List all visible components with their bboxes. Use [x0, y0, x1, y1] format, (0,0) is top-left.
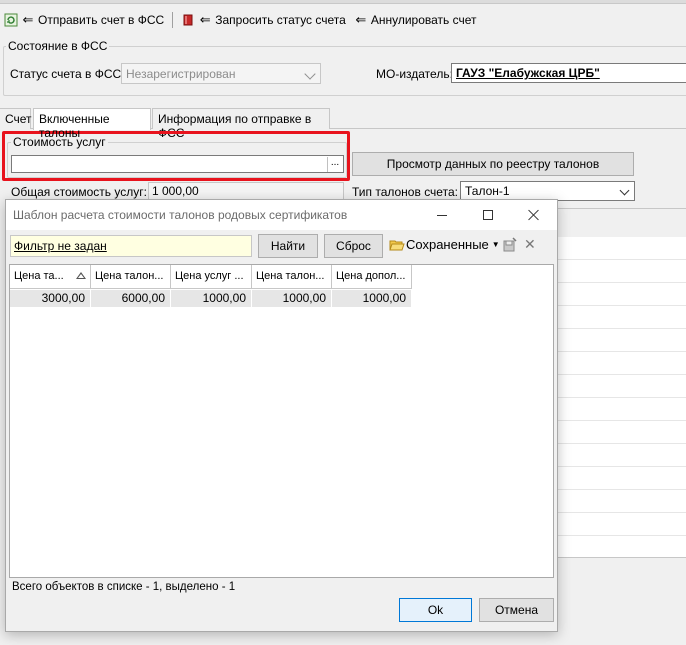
grid-line	[558, 374, 686, 375]
filter-link[interactable]: Фильтр не задан	[14, 239, 107, 253]
sort-asc-icon	[76, 272, 86, 279]
ticket-type-label: Тип талонов счета:	[352, 185, 458, 199]
reset-button[interactable]: Сброс	[324, 234, 383, 258]
grid-line	[558, 489, 686, 490]
maximize-icon	[483, 210, 493, 220]
table-cell: 1000,00	[252, 290, 332, 307]
ok-button[interactable]: Ok	[399, 598, 472, 622]
column-header[interactable]: Цена та...	[10, 265, 91, 289]
templates-grid: Цена та... Цена талон... Цена услуг ... …	[9, 264, 554, 578]
close-icon	[528, 209, 540, 221]
arrow-left-icon: ⇐	[355, 12, 367, 27]
mo-issuer-field: ГАУЗ "Елабужская ЦРБ"	[451, 63, 686, 83]
grid-line	[558, 328, 686, 329]
cancel-invoice-button[interactable]: ⇐ Аннулировать счет	[350, 9, 481, 31]
send-to-fss-label: Отправить счет в ФСС	[38, 13, 165, 27]
grid-line	[558, 282, 686, 283]
clear-filter-icon[interactable]: ✕	[524, 236, 536, 253]
minimize-icon	[437, 214, 447, 216]
dialog-title: Шаблон расчета стоимости талонов родовых…	[13, 208, 348, 222]
find-button[interactable]: Найти	[258, 234, 318, 258]
grid-line	[558, 259, 686, 260]
mo-issuer-label: МО-издатель:	[376, 67, 453, 81]
ticket-type-value: Талон-1	[465, 184, 510, 198]
grid-line	[558, 305, 686, 306]
column-header[interactable]: Цена допол...	[332, 265, 412, 289]
view-registry-button[interactable]: Просмотр данных по реестру талонов	[352, 152, 634, 176]
status-combobox[interactable]: Незарегистрирован	[121, 63, 321, 84]
saved-filters-label: Сохраненные	[406, 237, 489, 252]
grid-line	[558, 443, 686, 444]
ticket-type-select[interactable]: Талон-1	[460, 181, 635, 201]
grid-line	[558, 512, 686, 513]
saved-filters-dropdown[interactable]: Сохраненные ▼	[389, 237, 500, 252]
column-header[interactable]: Цена услуг ...	[171, 265, 252, 289]
send-to-fss-button[interactable]: ⇐ Отправить счет в ФСС	[0, 9, 168, 31]
arrow-left-icon: ⇐	[22, 12, 34, 27]
column-header[interactable]: Цена талон...	[252, 265, 332, 289]
status-label: Статус счета в ФСС	[10, 67, 122, 81]
cost-template-dialog: Шаблон расчета стоимости талонов родовых…	[5, 199, 558, 632]
toolbar-separator	[172, 12, 174, 28]
arrow-left-icon: ⇐	[199, 12, 211, 27]
grid-line	[558, 535, 686, 536]
cancel-button[interactable]: Отмена	[479, 598, 554, 622]
toolbar: ⇐ Отправить счет в ФСС ⇐ Запросить стату…	[0, 6, 686, 34]
request-status-label: Запросить статус счета	[215, 13, 346, 27]
folder-open-icon	[389, 238, 405, 252]
background-grid	[557, 237, 686, 557]
divider	[557, 557, 686, 558]
grid-line	[558, 466, 686, 467]
caret-down-icon: ▼	[491, 240, 500, 249]
tab-fss-send-info[interactable]: Информация по отправке в ФСС	[152, 108, 330, 140]
close-button[interactable]	[511, 200, 557, 230]
table-cell: 1000,00	[332, 290, 412, 307]
red-book-icon	[181, 13, 195, 27]
cancel-invoice-label: Аннулировать счет	[370, 13, 477, 27]
divider	[557, 208, 686, 209]
filter-box[interactable]: Фильтр не задан	[10, 235, 252, 257]
chevron-down-icon	[619, 185, 630, 196]
grid-line	[558, 351, 686, 352]
minimize-button[interactable]	[419, 200, 465, 230]
status-text: Всего объектов в списке - 1, выделено - …	[12, 581, 236, 593]
window-top-strip	[0, 0, 686, 4]
save-filter-icon[interactable]	[502, 237, 518, 256]
total-cost-field: 1 000,00	[148, 182, 344, 200]
column-header[interactable]: Цена талон...	[91, 265, 171, 289]
table-cell: 1000,00	[171, 290, 252, 307]
request-status-button[interactable]: ⇐ Запросить статус счета	[177, 9, 350, 31]
table-cell: 6000,00	[91, 290, 171, 307]
tab-invoice[interactable]: Счет	[0, 108, 32, 129]
maximize-button[interactable]	[465, 200, 511, 230]
column-header-label: Цена та...	[14, 270, 64, 282]
grid-line	[558, 397, 686, 398]
status-value: Незарегистрирован	[126, 67, 236, 81]
tab-included-tickets[interactable]: Включенные талоны	[33, 108, 151, 140]
table-cell: 3000,00	[10, 290, 91, 307]
total-cost-label: Общая стоимость услуг:	[11, 185, 147, 199]
chevron-down-icon	[304, 68, 316, 80]
refresh-icon	[4, 13, 18, 27]
grid-line	[558, 420, 686, 421]
fss-state-group-title: Состояние в ФСС	[6, 39, 110, 53]
dialog-titlebar: Шаблон расчета стоимости талонов родовых…	[6, 200, 557, 230]
